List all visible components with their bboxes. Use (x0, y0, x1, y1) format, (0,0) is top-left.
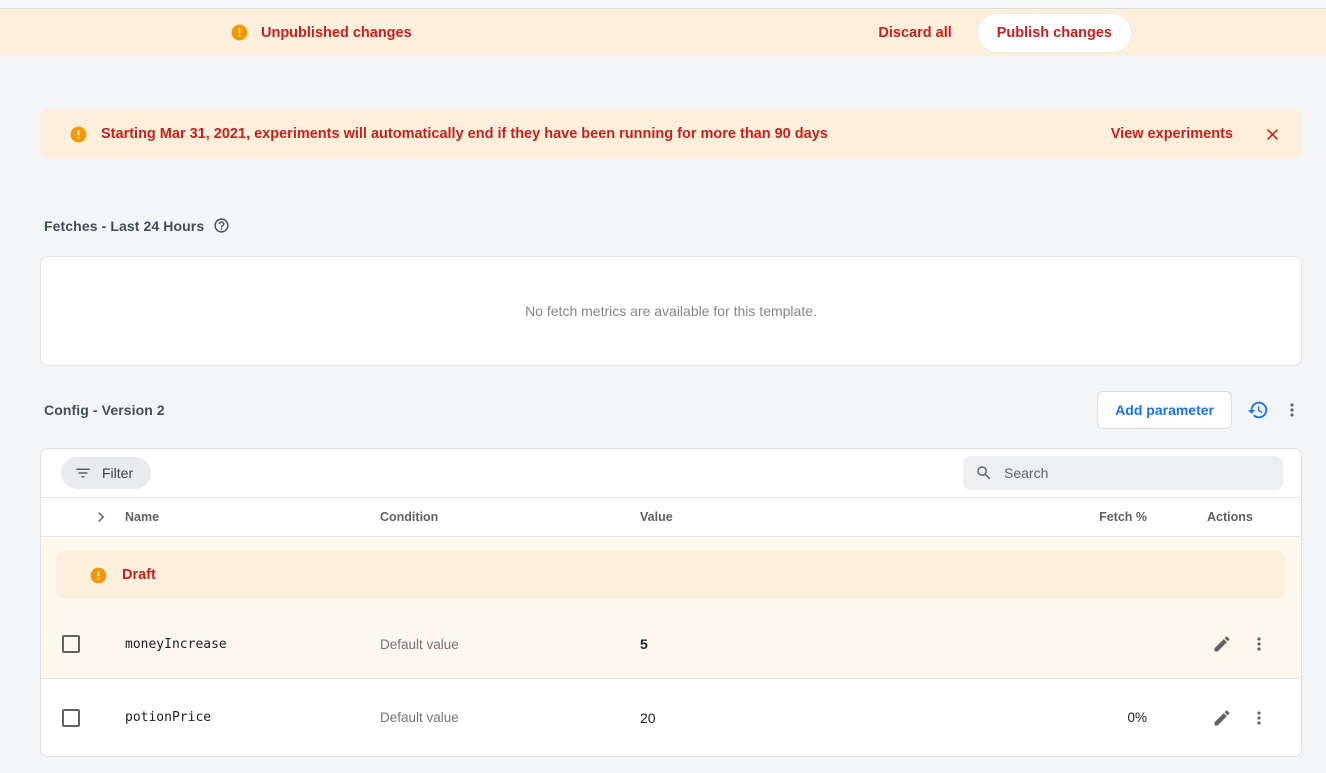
parameter-value: 20 (640, 710, 1061, 726)
filter-icon (74, 464, 92, 482)
edit-icon[interactable] (1212, 634, 1232, 654)
draft-section: Draft (41, 537, 1301, 610)
column-header-actions: Actions (1161, 510, 1301, 524)
draft-badge: Draft (122, 567, 156, 583)
warning-icon (89, 566, 108, 585)
draft-banner: Draft (56, 551, 1285, 599)
table-row[interactable]: moneyIncrease Default value 5 (41, 610, 1301, 678)
filter-label: Filter (102, 465, 133, 481)
parameter-fetch-pct: 0% (1061, 710, 1161, 725)
search-icon (975, 464, 993, 482)
experiments-notice-message: Starting Mar 31, 2021, experiments will … (101, 126, 828, 142)
top-divider-strip (0, 0, 1326, 9)
column-header-condition: Condition (380, 510, 640, 524)
search-box[interactable] (963, 456, 1283, 490)
parameter-value: 5 (640, 636, 1061, 652)
warning-icon (230, 23, 249, 42)
config-section-title: Config - Version 2 (44, 402, 165, 418)
help-icon[interactable] (213, 217, 230, 234)
experiments-notice-banner: Starting Mar 31, 2021, experiments will … (40, 109, 1302, 159)
table-row[interactable]: potionPrice Default value 20 0% (41, 678, 1301, 756)
unpublished-changes-label: Unpublished changes (261, 25, 412, 41)
view-experiments-link[interactable]: View experiments (1111, 126, 1233, 142)
parameter-name: potionPrice (125, 710, 380, 725)
version-history-icon[interactable] (1247, 399, 1269, 421)
more-options-icon[interactable] (1282, 400, 1302, 420)
filter-button[interactable]: Filter (61, 457, 151, 489)
fetch-metrics-card: No fetch metrics are available for this … (40, 256, 1302, 366)
empty-metrics-message: No fetch metrics are available for this … (525, 303, 817, 319)
add-parameter-button[interactable]: Add parameter (1097, 391, 1232, 429)
edit-icon[interactable] (1212, 708, 1232, 728)
parameter-condition: Default value (380, 637, 640, 652)
close-icon[interactable] (1263, 125, 1282, 144)
row-more-icon[interactable] (1249, 634, 1269, 654)
fetches-section-title: Fetches - Last 24 Hours (44, 218, 204, 234)
publish-changes-button[interactable]: Publish changes (978, 14, 1131, 52)
parameter-name: moneyIncrease (125, 637, 380, 652)
row-checkbox[interactable] (62, 635, 80, 653)
table-header-row: Name Condition Value Fetch % Actions (41, 497, 1301, 537)
search-input[interactable] (1004, 465, 1271, 481)
row-more-icon[interactable] (1249, 708, 1269, 728)
expand-all-chevron-icon[interactable] (61, 507, 125, 527)
discard-all-button[interactable]: Discard all (862, 16, 967, 50)
parameter-condition: Default value (380, 710, 640, 725)
warning-icon (69, 125, 88, 144)
unpublished-changes-bar: Unpublished changes Discard all Publish … (0, 9, 1326, 56)
parameters-table-card: Filter Name Condition Value Fetch % Acti… (40, 448, 1302, 757)
row-checkbox[interactable] (62, 709, 80, 727)
column-header-value: Value (640, 510, 1061, 524)
column-header-name: Name (125, 510, 380, 524)
column-header-fetch: Fetch % (1061, 510, 1161, 524)
table-toolbar: Filter (41, 449, 1301, 497)
